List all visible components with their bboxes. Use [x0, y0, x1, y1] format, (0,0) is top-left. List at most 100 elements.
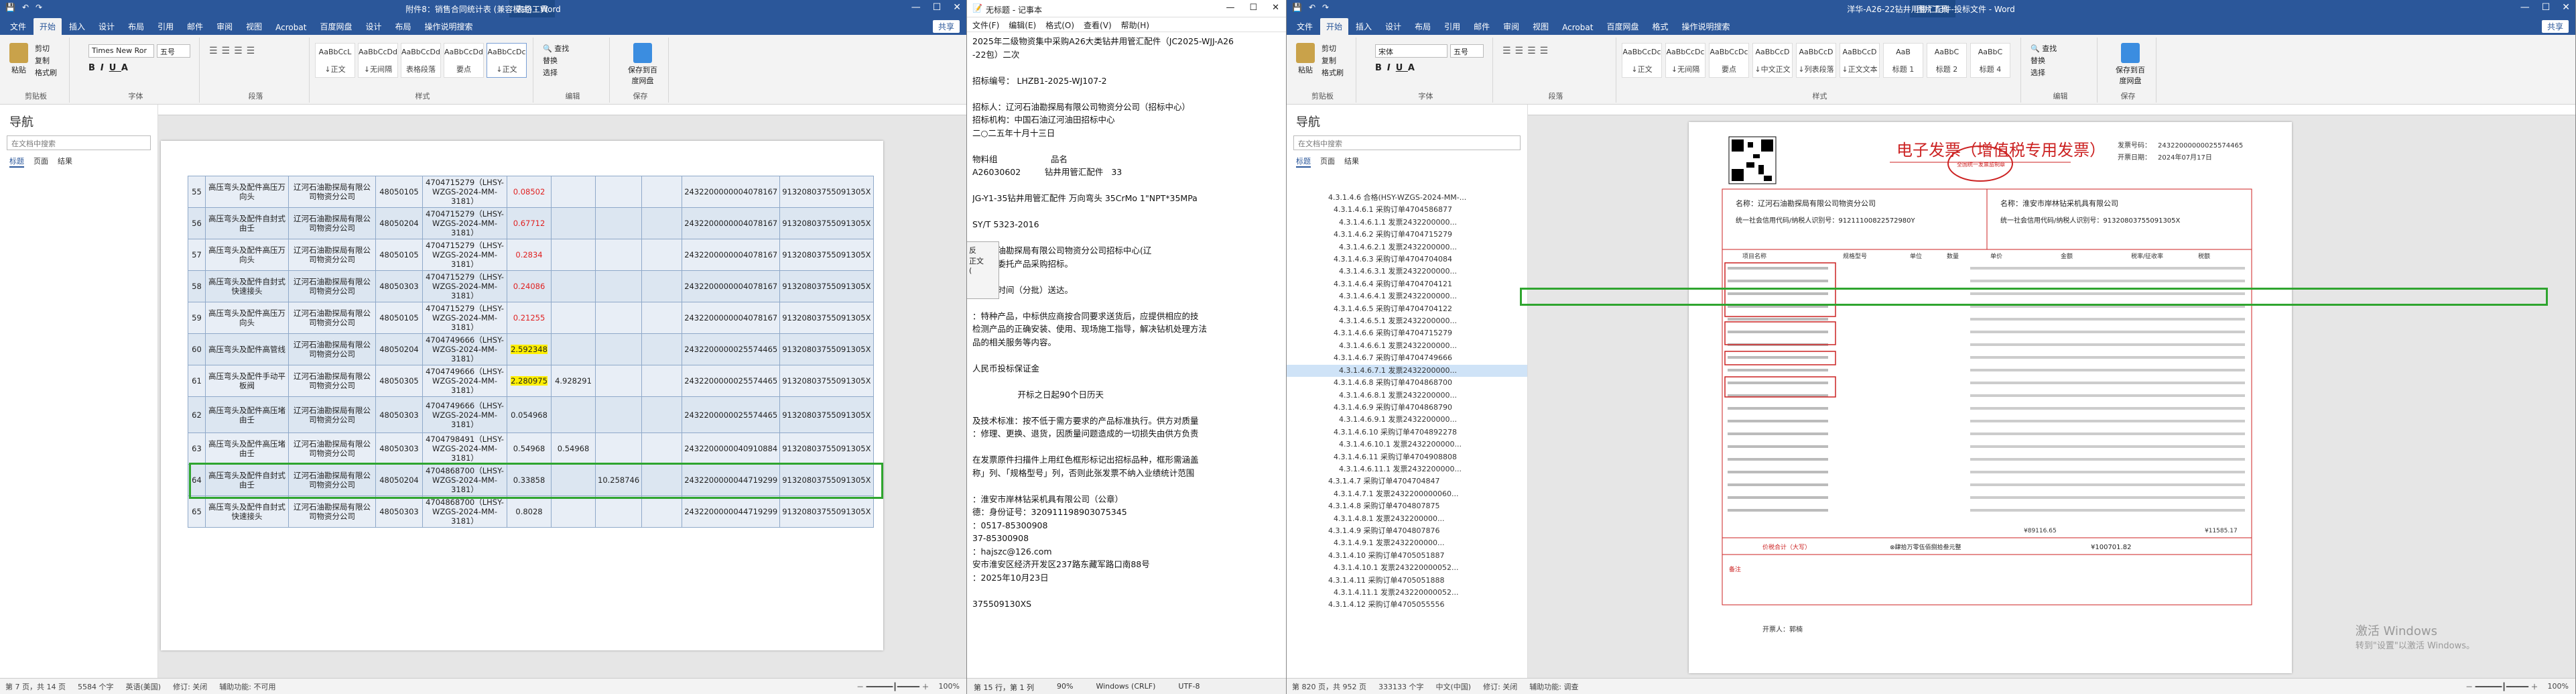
- table-cell-contract[interactable]: 4704749666（LHSY-WZGS-2024-MM-3181）: [422, 333, 507, 365]
- tab-mailings[interactable]: 邮件: [181, 18, 209, 35]
- copy-button[interactable]: 复制: [1322, 55, 1344, 67]
- table-cell-price[interactable]: 0.2834: [507, 239, 552, 271]
- table-cell-pay[interactable]: [594, 176, 643, 208]
- nav-tree-item[interactable]: 4.3.1.4.11 采购订单4705051888: [1287, 575, 1527, 587]
- table-cell-credit[interactable]: 91320803755091305X: [779, 207, 874, 239]
- nav-tab-pages[interactable]: 页面: [1320, 156, 1335, 168]
- nav-tree-item[interactable]: 4.3.1.4.6.8.1 发票2432200000...: [1287, 390, 1527, 402]
- table-cell-code[interactable]: 48050204: [375, 207, 423, 239]
- maximize-icon[interactable]: ☐: [1249, 3, 1257, 13]
- font-format-buttons[interactable]: BIUA: [88, 63, 133, 73]
- nav-tab-results[interactable]: 结果: [1344, 156, 1359, 168]
- table-cell-code[interactable]: 48050105: [375, 302, 423, 334]
- table-cell-sign[interactable]: [641, 176, 683, 208]
- zoom-level[interactable]: 100%: [939, 682, 960, 691]
- table-cell-no[interactable]: 56: [188, 207, 206, 239]
- table-cell-no[interactable]: 65: [188, 496, 206, 528]
- table-cell-tax[interactable]: 2432200000004078167: [682, 176, 781, 208]
- font-size-box[interactable]: 五号: [157, 44, 190, 58]
- undo-icon[interactable]: ↶: [1309, 3, 1315, 12]
- nav-tree-item[interactable]: 4.3.1.4.6.9.1 发票2432200000...: [1287, 414, 1527, 426]
- tab-layout[interactable]: 布局: [1409, 18, 1437, 35]
- track-changes[interactable]: 修订: 关闭: [173, 681, 207, 692]
- style-gallery-item[interactable]: AaBbCcD ↓正文文本: [1840, 43, 1880, 78]
- tab-design[interactable]: 设计: [1379, 18, 1407, 35]
- table-cell-tax[interactable]: 2432200000025574465: [682, 333, 781, 365]
- nav-tree-item[interactable]: 4.3.1.4.9 采购订单4704807876: [1287, 525, 1527, 537]
- table-cell-tax[interactable]: 2432200000040910884: [682, 432, 781, 465]
- table-cell-price[interactable]: 0.21255: [507, 302, 552, 334]
- word-count[interactable]: 5584 个字: [78, 681, 114, 692]
- maximize-icon[interactable]: ☐: [2542, 2, 2551, 13]
- table-cell-no[interactable]: 62: [188, 396, 206, 433]
- select-button[interactable]: 选择: [543, 67, 569, 79]
- paragraph-buttons[interactable]: ☰☰☰☰: [1502, 46, 1552, 56]
- nav-search-input[interactable]: 在文档中搜索: [7, 135, 151, 150]
- style-gallery-item[interactable]: AaBbCcDc ↓正文: [1622, 43, 1662, 78]
- table-cell-buyer[interactable]: 辽河石油勘探局有限公司物资分公司: [288, 496, 376, 528]
- table-cell-no[interactable]: 57: [188, 239, 206, 271]
- table-cell-contract[interactable]: 4704715279（LHSY-WZGS-2024-MM-3181）: [422, 302, 507, 334]
- table-cell-pay[interactable]: [594, 239, 643, 271]
- table-cell-tax[interactable]: 2432200000004078167: [682, 239, 781, 271]
- tab-references[interactable]: 引用: [151, 18, 180, 35]
- menu-help[interactable]: 帮助(H): [1121, 19, 1149, 30]
- style-normal[interactable]: AaBbCcL ↓正文: [315, 43, 355, 78]
- table-cell-code[interactable]: 48050305: [375, 365, 423, 397]
- style-gallery-item[interactable]: AaBbCcDc ↓无间隔: [1665, 43, 1705, 78]
- table-cell-credit[interactable]: 91320803755091305X: [779, 333, 874, 365]
- table-cell-price[interactable]: 0.67712: [507, 207, 552, 239]
- table-cell-amount[interactable]: [551, 333, 596, 365]
- table-cell-amount[interactable]: [551, 176, 596, 208]
- table-cell-credit[interactable]: 91320803755091305X: [779, 270, 874, 302]
- table-cell-pay[interactable]: [594, 365, 643, 397]
- tab-insert[interactable]: 插入: [63, 18, 91, 35]
- tab-file[interactable]: 文件: [4, 18, 32, 35]
- table-cell-sign[interactable]: [641, 239, 683, 271]
- table-cell-no[interactable]: 55: [188, 176, 206, 208]
- nav-tree-item[interactable]: 4.3.1.4.6.7 采购订单4704749666: [1287, 352, 1527, 364]
- table-cell-credit[interactable]: 91320803755091305X: [779, 176, 874, 208]
- font-name-box[interactable]: 宋体: [1375, 44, 1447, 58]
- table-cell-price[interactable]: 0.08502: [507, 176, 552, 208]
- language[interactable]: 英语(美国): [125, 681, 161, 692]
- replace-button[interactable]: 替换: [543, 55, 569, 67]
- table-cell-no[interactable]: 63: [188, 432, 206, 465]
- nav-tab-headings[interactable]: 标题: [9, 156, 24, 168]
- find-button[interactable]: 🔍 查找: [2031, 43, 2057, 55]
- table-cell-price[interactable]: 2.280975: [507, 365, 552, 397]
- maximize-icon[interactable]: ☐: [933, 2, 942, 13]
- nav-tree-item[interactable]: 4.3.1.4.6.3.1 发票2432200000...: [1287, 266, 1527, 278]
- table-cell-price[interactable]: 0.8028: [507, 496, 552, 528]
- table-cell-contract[interactable]: 4704715279（LHSY-WZGS-2024-MM-3181）: [422, 207, 507, 239]
- heading-tree[interactable]: 4.3.1.4.6 合格(HSY-WZGS-2024-MM-... 4.3.1.4…: [1287, 192, 1527, 612]
- nav-tree-item[interactable]: 4.3.1.4.6.10.1 发票2432200000...: [1287, 439, 1527, 451]
- style-body[interactable]: AaBbCcDc ↓正文: [487, 43, 527, 78]
- table-cell-tax[interactable]: 2432200000004078167: [682, 302, 781, 334]
- table-cell-buyer[interactable]: 辽河石油勘探局有限公司物资分公司: [288, 365, 376, 397]
- nav-tree-item[interactable]: 4.3.1.4.7.1 发票2432200000060...: [1287, 488, 1527, 500]
- share-button[interactable]: 共享: [932, 20, 960, 33]
- nav-tree-item[interactable]: 4.3.1.4.12 采购订单4705055556: [1287, 599, 1527, 611]
- table-cell-contract[interactable]: 4704715279（LHSY-WZGS-2024-MM-3181）: [422, 176, 507, 208]
- table-cell-amount[interactable]: [551, 496, 596, 528]
- tab-table-design[interactable]: 设计: [359, 18, 387, 35]
- tab-references[interactable]: 引用: [1438, 18, 1466, 35]
- tab-insert[interactable]: 插入: [1350, 18, 1378, 35]
- replace-button[interactable]: 替换: [2031, 55, 2057, 67]
- table-cell-pay[interactable]: [594, 396, 643, 433]
- table-cell-tax[interactable]: 2432200000025574465: [682, 365, 781, 397]
- table-cell-contract[interactable]: 4704749666（LHSY-WZGS-2024-MM-3181）: [422, 365, 507, 397]
- font-size-box[interactable]: 五号: [1450, 44, 1484, 58]
- table-cell-buyer[interactable]: 辽河石油勘探局有限公司物资分公司: [288, 432, 376, 465]
- table-cell-amount[interactable]: [551, 239, 596, 271]
- table-cell-code[interactable]: 48050303: [375, 270, 423, 302]
- table-cell-name[interactable]: 高压弯头及配件高压堵由壬: [205, 432, 289, 465]
- nav-search-input[interactable]: 在文档中搜索: [1293, 135, 1521, 150]
- table-cell-buyer[interactable]: 辽河石油勘探局有限公司物资分公司: [288, 333, 376, 365]
- table-cell-name[interactable]: 高压弯头及配件自封式快速接头: [205, 270, 289, 302]
- table-cell-buyer[interactable]: 辽河石油勘探局有限公司物资分公司: [288, 302, 376, 334]
- nav-tree-item[interactable]: 4.3.1.4.8.1 发票2432200000...: [1287, 513, 1527, 525]
- nav-tree-item[interactable]: 4.3.1.4.6.5.1 发票2432200000...: [1287, 315, 1527, 327]
- page-count[interactable]: 第 820 页，共 952 页: [1292, 681, 1366, 692]
